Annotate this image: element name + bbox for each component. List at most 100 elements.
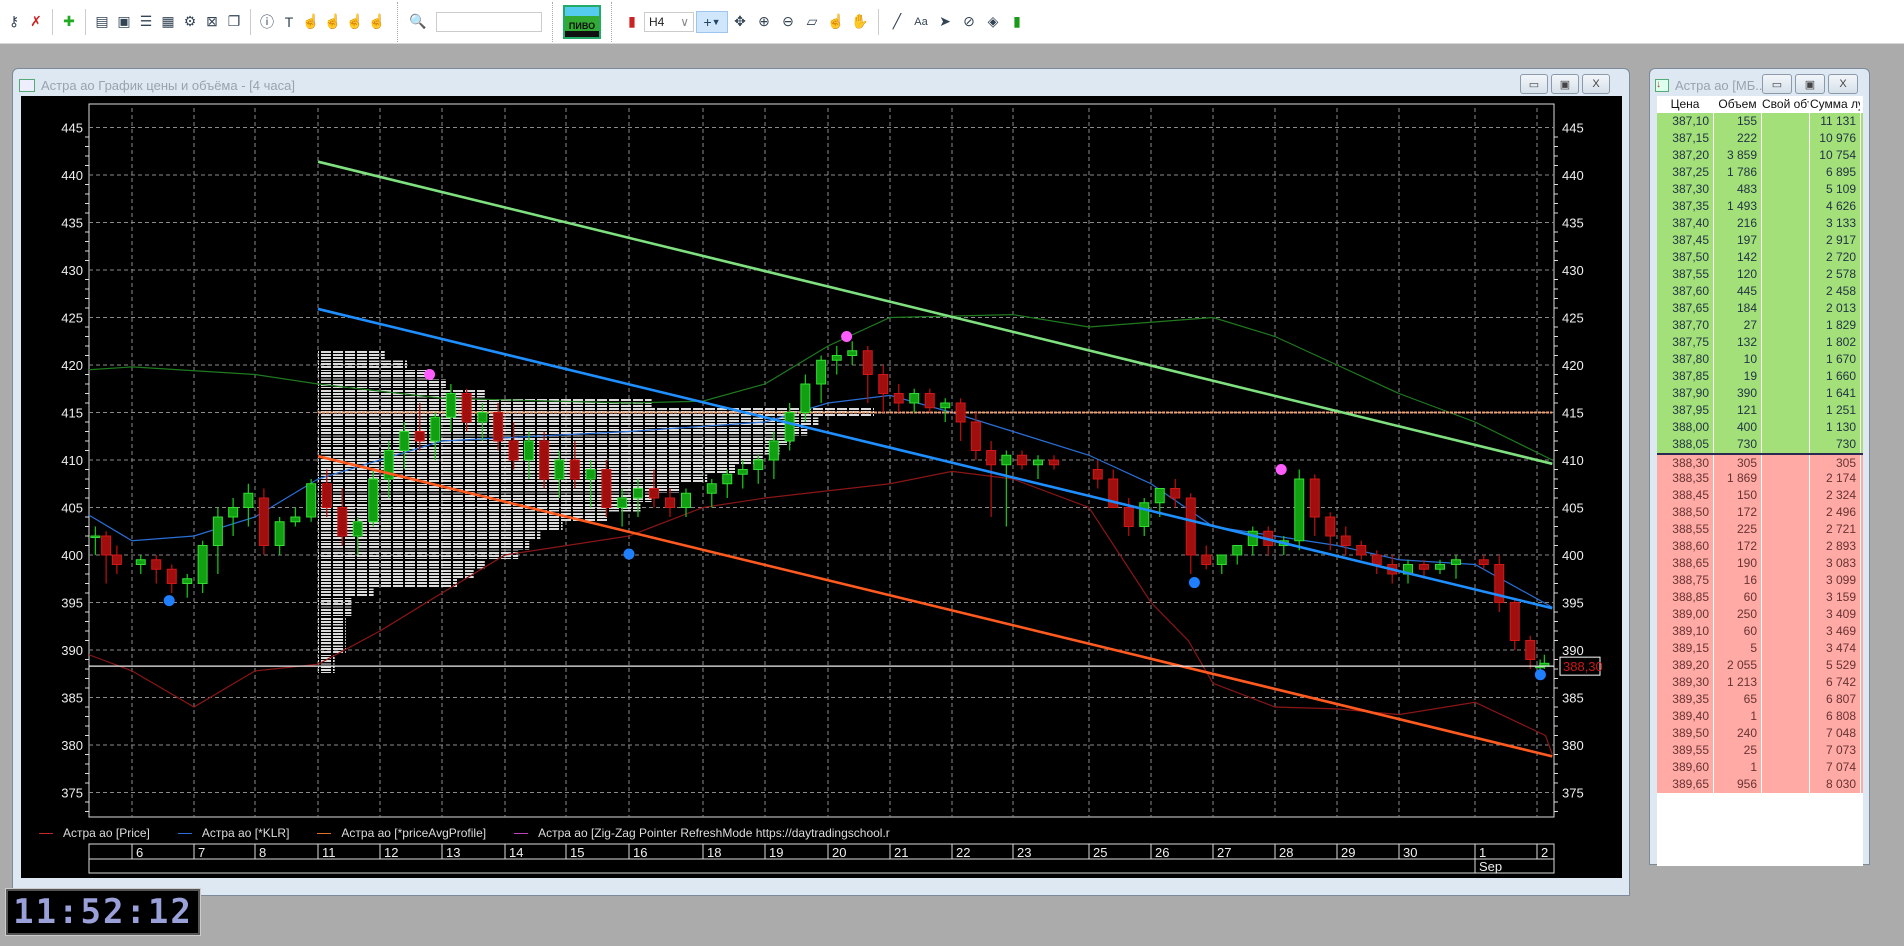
bid-row[interactable]: 389,35 65 6 807 — [1657, 691, 1863, 708]
bid-row[interactable]: 388,50 172 2 496 — [1657, 504, 1863, 521]
candle-body — [523, 440, 534, 461]
move-icon[interactable]: ✥ — [730, 12, 750, 32]
layers-icon[interactable]: ◈ — [983, 12, 1003, 32]
bid-row[interactable]: 388,65 190 3 083 — [1657, 555, 1863, 572]
ask-row[interactable]: 387,50 142 2 720 — [1657, 249, 1863, 266]
legend-item[interactable]: Астра ао [*KLR] — [177, 826, 289, 840]
y-tick-label: 395 — [61, 596, 83, 611]
ask-row[interactable]: 388,05 730 730 — [1657, 436, 1863, 453]
hide-icon[interactable]: ⊘ — [959, 12, 979, 32]
header-price[interactable]: Цена — [1657, 96, 1714, 113]
own-volume-cell — [1762, 742, 1810, 759]
disconnect-icon[interactable]: ✗ — [26, 12, 46, 32]
order-book-table[interactable]: Цена Объем Свой объ Сумма лу 387,10 155 11… — [1657, 96, 1863, 866]
ask-row[interactable]: 387,60 445 2 458 — [1657, 283, 1863, 300]
legend-item[interactable]: Астра ао [*priceAvgProfile] — [317, 826, 486, 840]
key-icon[interactable]: ⚷ — [4, 12, 24, 32]
legend-item[interactable]: Астра ао [Zig-Zag Pointer RefreshMode ht… — [514, 826, 890, 840]
bid-row[interactable]: 388,55 225 2 721 — [1657, 521, 1863, 538]
bid-row[interactable]: 388,75 16 3 099 — [1657, 572, 1863, 589]
zoom-in-icon[interactable]: ⊕ — [754, 12, 774, 32]
pan-icon[interactable]: ✋ — [850, 12, 870, 32]
list-icon[interactable]: ☰ — [136, 12, 156, 32]
add-icon[interactable]: ✚ — [59, 12, 79, 32]
crosshair-button[interactable]: + ▼ — [696, 10, 728, 33]
bid-row[interactable]: 388,60 172 2 893 — [1657, 538, 1863, 555]
hand-settings-icon[interactable]: ☝ — [367, 12, 387, 32]
search-input[interactable] — [436, 11, 542, 32]
table-icon[interactable]: ▦ — [158, 12, 178, 32]
header-volume[interactable]: Объем — [1714, 96, 1762, 113]
restore-button[interactable]: ▣ — [1795, 74, 1825, 94]
ask-row[interactable]: 387,10 155 11 131 — [1657, 113, 1863, 130]
ask-row[interactable]: 387,90 390 1 641 — [1657, 385, 1863, 402]
bid-row[interactable]: 388,30 305 305 — [1657, 453, 1863, 470]
ask-row[interactable]: 387,80 10 1 670 — [1657, 351, 1863, 368]
line-tool-icon[interactable]: ╱ — [887, 12, 907, 32]
bid-row[interactable]: 389,60 1 7 074 — [1657, 759, 1863, 776]
zoom-out-icon[interactable]: ⊖ — [778, 12, 798, 32]
timeframe-select[interactable]: H4 ∨ — [644, 11, 694, 32]
chart-window-icon[interactable]: ▤ — [92, 12, 112, 32]
chart-type-icon[interactable]: ▮ — [622, 12, 642, 32]
candle — [101, 531, 112, 584]
ask-row[interactable]: 387,70 27 1 829 — [1657, 317, 1863, 334]
bid-row[interactable]: 389,55 25 7 073 — [1657, 742, 1863, 759]
ask-row[interactable]: 387,15 222 10 976 — [1657, 130, 1863, 147]
pointer-icon[interactable]: ☝ — [826, 12, 846, 32]
ask-row[interactable]: 387,45 197 2 917 — [1657, 232, 1863, 249]
text-tool-icon[interactable]: Aa — [911, 12, 931, 32]
y-tick-label: 420 — [61, 358, 83, 373]
y-tick-label: 410 — [1562, 453, 1584, 468]
bid-row[interactable]: 389,20 2 055 5 529 — [1657, 657, 1863, 674]
chart-canvas[interactable]: 375 375 380 380 385 385 390 390 395 395 400 400 405 4… — [21, 96, 1622, 878]
bid-row[interactable]: 389,15 5 3 474 — [1657, 640, 1863, 657]
ask-row[interactable]: 387,85 19 1 660 — [1657, 368, 1863, 385]
ask-row[interactable]: 387,55 120 2 578 — [1657, 266, 1863, 283]
bid-row[interactable]: 389,40 1 6 808 — [1657, 708, 1863, 725]
order-book-controls: ▭ ▣ X — [1762, 74, 1858, 94]
bid-row[interactable]: 388,85 60 3 159 — [1657, 589, 1863, 606]
ask-row[interactable]: 387,25 1 786 6 895 — [1657, 164, 1863, 181]
legend-item[interactable]: Астра ао [Price] — [39, 826, 150, 840]
bid-row[interactable]: 388,45 150 2 324 — [1657, 487, 1863, 504]
hand-multi-icon[interactable]: ☝ — [345, 12, 365, 32]
hand-icon[interactable]: ☝ — [301, 12, 321, 32]
ask-row[interactable]: 387,30 483 5 109 — [1657, 181, 1863, 198]
marker-icon[interactable]: ➤ — [935, 12, 955, 32]
settings-icon[interactable]: ⚙ — [180, 12, 200, 32]
ask-row[interactable]: 387,75 132 1 802 — [1657, 334, 1863, 351]
bid-row[interactable]: 389,30 1 213 6 742 — [1657, 674, 1863, 691]
alert-icon[interactable]: ⓘ — [257, 12, 277, 32]
bid-row[interactable]: 389,50 240 7 048 — [1657, 725, 1863, 742]
copy-icon[interactable]: ❐ — [224, 12, 244, 32]
ask-row[interactable]: 387,40 216 3 133 — [1657, 215, 1863, 232]
ask-row[interactable]: 388,00 400 1 130 — [1657, 419, 1863, 436]
bid-row[interactable]: 389,00 250 3 409 — [1657, 606, 1863, 623]
indicator-icon[interactable]: ▮ — [1007, 12, 1027, 32]
candle — [182, 574, 193, 598]
window-icon[interactable]: ▣ — [114, 12, 134, 32]
text-icon[interactable]: T — [279, 12, 299, 32]
close-button[interactable]: X — [1582, 74, 1610, 94]
ask-row[interactable]: 387,65 184 2 013 — [1657, 300, 1863, 317]
ask-row[interactable]: 387,35 1 493 4 626 — [1657, 198, 1863, 215]
restore-button[interactable]: ▣ — [1551, 74, 1579, 94]
pivo-logo-button[interactable]: ПИВО — [563, 4, 601, 39]
price-chart[interactable]: 375 375 380 380 385 385 390 390 395 395 400 400 405 4… — [21, 96, 1622, 878]
minimize-button[interactable]: ▭ — [1520, 74, 1548, 94]
price-cell: 388,50 — [1657, 504, 1714, 521]
header-own-volume[interactable]: Свой объ — [1762, 96, 1810, 113]
bid-row[interactable]: 389,10 60 3 469 — [1657, 623, 1863, 640]
ruler-icon[interactable]: ▱ — [802, 12, 822, 32]
close-button[interactable]: X — [1828, 74, 1858, 94]
ask-row[interactable]: 387,95 121 1 251 — [1657, 402, 1863, 419]
header-cumulative[interactable]: Сумма лу — [1810, 96, 1861, 113]
bid-row[interactable]: 389,65 956 8 030 — [1657, 776, 1863, 793]
bid-row[interactable]: 388,35 1 869 2 174 — [1657, 470, 1863, 487]
search-icon[interactable]: 🔍 — [408, 12, 428, 32]
ask-row[interactable]: 387,20 3 859 10 754 — [1657, 147, 1863, 164]
hand-x-icon[interactable]: ☝ — [323, 12, 343, 32]
minimize-button[interactable]: ▭ — [1762, 74, 1792, 94]
close-window-icon[interactable]: ⊠ — [202, 12, 222, 32]
